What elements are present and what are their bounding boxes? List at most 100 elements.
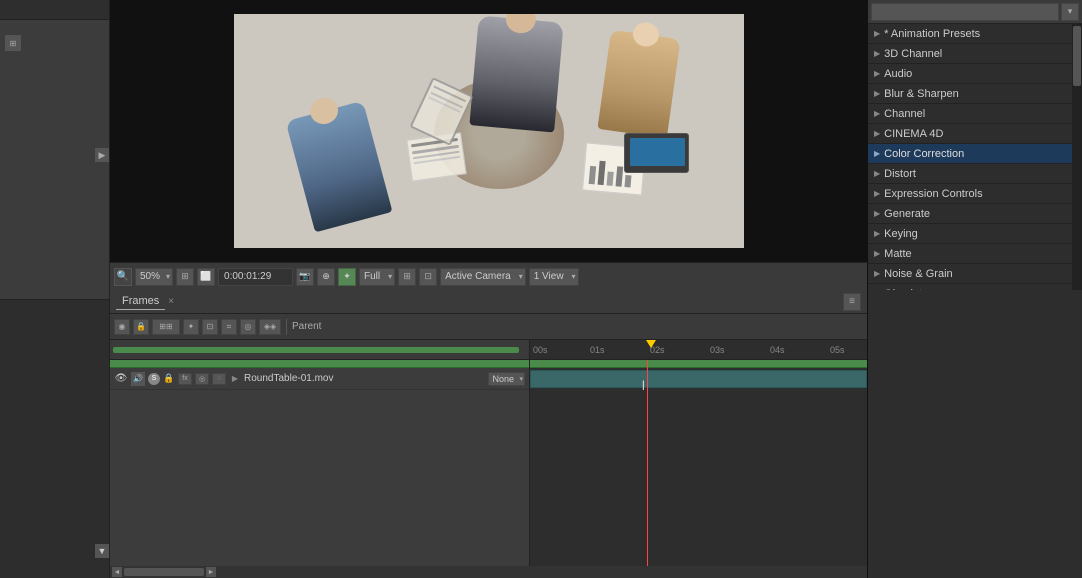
effect-label: Expression Controls xyxy=(884,188,982,200)
trim-btn[interactable]: ⊡ xyxy=(202,319,218,335)
effect-item-3d-channel[interactable]: ▶ 3D Channel xyxy=(868,44,1082,64)
playhead-marker[interactable] xyxy=(646,340,656,348)
layer-lock-icon[interactable]: 🔒 xyxy=(163,373,175,385)
effect-arrow: ▶ xyxy=(874,89,880,98)
effect-item-channel[interactable]: ▶ Channel xyxy=(868,104,1082,124)
grid-icon[interactable]: ⊡ xyxy=(419,268,437,286)
parent-label: Parent xyxy=(292,321,321,332)
layer-expand-btn[interactable]: ▶ xyxy=(229,373,241,385)
person1 xyxy=(469,16,563,133)
collapse-icon[interactable]: ⊞ xyxy=(5,35,21,51)
laptop xyxy=(624,133,689,173)
layer-solo-icon[interactable]: S xyxy=(148,373,160,385)
layer-mode-dropdown[interactable]: None ▾ xyxy=(488,372,525,386)
preview-toolbar: 🔍 50% ▾ ⊞ ⬜ 0:00:01:29 📷 ⊕ ✦ Full ▾ ⊞ ⊡ … xyxy=(110,262,867,290)
effect-arrow: ▶ xyxy=(874,189,880,198)
effect-label: Keying xyxy=(884,228,918,240)
effect-arrow: ▶ xyxy=(874,109,880,118)
effects-scrollthumb[interactable] xyxy=(1073,26,1081,86)
view-dropdown[interactable]: 1 View ▾ xyxy=(529,268,579,286)
timeline-tab-close[interactable]: × xyxy=(168,296,174,307)
effect-item-keying[interactable]: ▶ Keying xyxy=(868,224,1082,244)
ease-btn[interactable]: ◈◈ xyxy=(259,319,281,335)
effect-label: Channel xyxy=(884,108,925,120)
fit-btn[interactable]: ⊞ xyxy=(176,268,194,286)
effect-item-noise-grain[interactable]: ▶ Noise & Grain xyxy=(868,264,1082,284)
hscroll-thumb[interactable] xyxy=(124,568,204,576)
effect-item-distort[interactable]: ▶ Distort xyxy=(868,164,1082,184)
layer-name: RoundTable-01.mov xyxy=(244,373,480,384)
enable-motion-btn[interactable]: ⊞⊞ xyxy=(152,319,180,335)
effect-label: Generate xyxy=(884,208,930,220)
timeline-hscroll[interactable]: ◄ ► xyxy=(110,566,867,578)
effect-item-color-correction[interactable]: ▶ Color Correction xyxy=(868,144,1082,164)
timecode-display: 0:00:01:29 xyxy=(218,268,293,286)
render-icon[interactable]: ⊞ xyxy=(398,268,416,286)
bezier-btn[interactable]: ◎ xyxy=(240,319,256,335)
camera-dropdown[interactable]: Active Camera ▾ xyxy=(440,268,526,286)
layer-lock-btn[interactable]: 🔒 xyxy=(133,319,149,335)
effect-label: Blur & Sharpen xyxy=(884,88,959,100)
effect-arrow: ▶ xyxy=(874,249,880,258)
hscroll-left-btn[interactable]: ◄ xyxy=(112,567,122,577)
scroll-right-arrow[interactable]: ▶ xyxy=(95,148,109,162)
effect-arrow: ▶ xyxy=(874,229,880,238)
hscroll-right-btn[interactable]: ► xyxy=(206,567,216,577)
effect-item-audio[interactable]: ▶ Audio xyxy=(868,64,1082,84)
effect-arrow: ▶ xyxy=(874,49,880,58)
layer-fx-btn[interactable]: fx xyxy=(178,373,192,385)
effect-item-animation-presets[interactable]: ▶ * Animation Presets xyxy=(868,24,1082,44)
timeline-section: Frames × ≡ ◉ 🔒 ⊞⊞ ✦ ⊡ ⌗ ◎ ◈◈ Parent xyxy=(110,290,867,578)
timeline-tab-label[interactable]: Frames xyxy=(116,293,165,310)
layers-panel: 👁 🔊 S 🔒 fx ◎ ◌ ▶ xyxy=(110,360,530,566)
effect-label: Audio xyxy=(884,68,912,80)
waveform-btn[interactable]: ⌗ xyxy=(221,319,237,335)
effect-label: Color Correction xyxy=(884,148,964,160)
zoom-dropdown[interactable]: 50% ▾ xyxy=(135,268,173,286)
effect-item-matte[interactable]: ▶ Matte xyxy=(868,244,1082,264)
left-scroll-down[interactable]: ▼ xyxy=(95,544,109,558)
ruler-marks-area: 00s 01s 02s 03s 04s 05s 06s 07s 08s 09s … xyxy=(530,340,867,359)
region-btn[interactable]: ⬜ xyxy=(197,268,215,286)
layer-audio-btn[interactable]: 🔊 xyxy=(131,372,145,386)
timeline-controls: ◉ 🔒 ⊞⊞ ✦ ⊡ ⌗ ◎ ◈◈ Parent xyxy=(110,314,867,340)
preview-panel: 🔍 50% ▾ ⊞ ⬜ 0:00:01:29 📷 ⊕ ✦ Full ▾ ⊞ ⊡ … xyxy=(110,0,867,290)
effect-arrow: ▶ xyxy=(874,169,880,178)
effect-item-cinema4d[interactable]: ▶ CINEMA 4D xyxy=(868,124,1082,144)
video-track-bar[interactable] xyxy=(530,370,867,388)
playhead-line[interactable] xyxy=(647,360,648,566)
color-mode-btn[interactable]: ✦ xyxy=(338,268,356,286)
effect-label: Noise & Grain xyxy=(884,268,952,280)
layer-blend-btn[interactable]: ◎ xyxy=(195,373,209,385)
effect-item-blur-sharpen[interactable]: ▶ Blur & Sharpen xyxy=(868,84,1082,104)
effect-arrow: ▶ xyxy=(874,29,880,38)
right-panel-bottom xyxy=(867,290,1082,578)
camera-icon-btn[interactable]: 📷 xyxy=(296,268,314,286)
timeline-tab-header: Frames × ≡ xyxy=(110,290,867,314)
video-frame xyxy=(234,14,744,248)
effect-item-generate[interactable]: ▶ Generate xyxy=(868,204,1082,224)
effect-arrow: ▶ xyxy=(874,69,880,78)
left-panel-thumb xyxy=(0,0,109,20)
person3 xyxy=(597,30,680,139)
effects-scrollbar[interactable] xyxy=(1072,24,1082,290)
quality-dropdown[interactable]: Full ▾ xyxy=(359,268,395,286)
effects-search-bar: ▾ xyxy=(868,0,1082,24)
effect-arrow: ▶ xyxy=(874,129,880,138)
work-area-bar xyxy=(530,360,867,368)
left-panel: ▶ ⊞ ▼ xyxy=(0,0,110,578)
frame-btn[interactable]: ✦ xyxy=(183,319,199,335)
layer-visibility-btn[interactable]: 👁 xyxy=(114,372,128,386)
effects-list: ▶ * Animation Presets ▶ 3D Channel ▶ Aud… xyxy=(868,24,1082,290)
papers1 xyxy=(406,132,466,181)
layer-quality-btn[interactable]: ◌ xyxy=(212,373,226,385)
left-panel-content: ▶ ⊞ xyxy=(0,20,109,299)
safe-zones-btn[interactable]: ⊕ xyxy=(317,268,335,286)
effect-item-expression-controls[interactable]: ▶ Expression Controls xyxy=(868,184,1082,204)
effect-label: CINEMA 4D xyxy=(884,128,943,140)
effects-search-input[interactable] xyxy=(871,3,1059,21)
timeline-menu-btn[interactable]: ≡ xyxy=(843,293,861,311)
search-dropdown-btn[interactable]: ▾ xyxy=(1061,3,1079,21)
effect-label: Matte xyxy=(884,248,912,260)
layer-solo-btn[interactable]: ◉ xyxy=(114,319,130,335)
